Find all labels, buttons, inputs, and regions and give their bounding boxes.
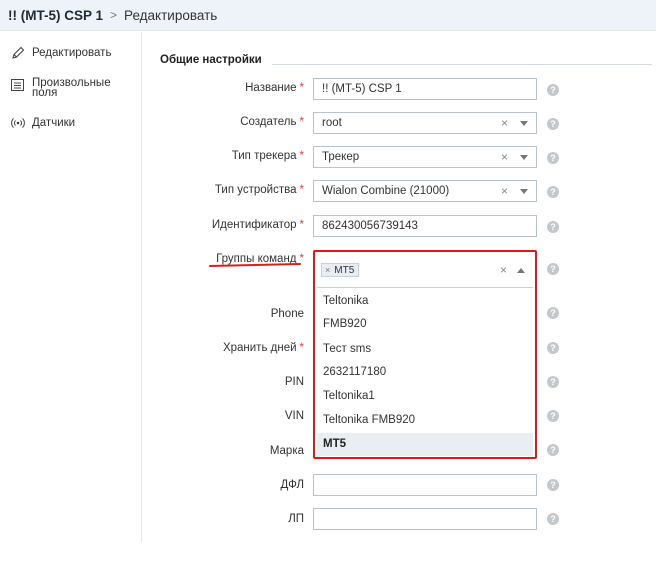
help-icon[interactable]: ?: [547, 118, 559, 130]
tracker-type-label: Тип трекера *: [231, 150, 304, 162]
clear-icon[interactable]: ×: [501, 147, 508, 167]
help-icon[interactable]: ?: [547, 444, 559, 456]
sidebar-item-label: Произвольные поля: [32, 77, 111, 99]
command-groups-multiselect[interactable]: × MT5 ×: [317, 254, 533, 288]
dropdown-option-highlighted[interactable]: MT5: [317, 433, 533, 456]
sidebar-item-edit[interactable]: Редактировать: [10, 46, 111, 60]
help-icon[interactable]: ?: [547, 410, 559, 422]
help-icon[interactable]: ?: [547, 263, 559, 275]
section-title: Общие настройки: [160, 54, 262, 66]
clear-icon[interactable]: ×: [501, 181, 508, 201]
list-icon: [10, 78, 26, 92]
dropdown-option[interactable]: FMB920: [317, 313, 533, 336]
help-icon[interactable]: ?: [547, 513, 559, 525]
name-label: Название *: [245, 82, 304, 94]
tracker-type-value: Трекер: [322, 151, 360, 163]
dropdown-option[interactable]: Teltonika: [317, 290, 533, 313]
device-type-select[interactable]: Wialon Combine (21000) ×: [313, 180, 537, 202]
help-icon[interactable]: ?: [547, 221, 559, 233]
chevron-down-icon[interactable]: [520, 155, 528, 160]
help-icon[interactable]: ?: [547, 186, 559, 198]
help-icon[interactable]: ?: [547, 376, 559, 388]
section-divider: [272, 64, 652, 65]
lp-input[interactable]: [313, 508, 537, 530]
command-groups-dropdown[interactable]: × MT5 × Teltonika FMB920 Тест sms 2632117…: [313, 250, 537, 459]
dropdown-option[interactable]: Тест sms: [317, 338, 533, 361]
creator-value: root: [322, 117, 342, 129]
tag-remove-icon[interactable]: ×: [325, 265, 330, 275]
help-icon[interactable]: ?: [547, 479, 559, 491]
help-icon[interactable]: ?: [547, 84, 559, 96]
breadcrumb-root[interactable]: !! (MT-5) CSP 1: [8, 8, 103, 23]
lp-label: ЛП: [288, 513, 304, 525]
dropdown-option[interactable]: Teltonika1: [317, 385, 533, 408]
device-type-label: Тип устройства *: [214, 184, 304, 196]
identifier-input[interactable]: 862430056739143: [313, 215, 537, 237]
identifier-label: Идентификатор *: [211, 219, 304, 231]
dropdown-option[interactable]: 2632117180: [317, 361, 533, 384]
name-input[interactable]: !! (MT-5) CSP 1: [313, 78, 537, 100]
chevron-down-icon[interactable]: [520, 189, 528, 194]
breadcrumb: !! (MT-5) CSP 1 > Редактировать: [0, 0, 656, 31]
breadcrumb-current: Редактировать: [124, 7, 218, 23]
keep-days-label: Хранить дней *: [222, 342, 304, 354]
pencil-icon: [10, 46, 26, 60]
clear-icon[interactable]: ×: [500, 263, 507, 277]
selected-tag: × MT5: [321, 263, 360, 277]
help-icon[interactable]: ?: [547, 342, 559, 354]
device-type-value: Wialon Combine (21000): [322, 185, 450, 197]
sidebar-item-custom-fields[interactable]: Произвольные поля: [10, 77, 116, 99]
sidebar: Редактировать Произвольные поля Датчики: [0, 32, 142, 542]
tag-label: MT5: [334, 265, 355, 276]
dropdown-option[interactable]: Teltonika FMB920: [317, 409, 533, 432]
help-icon[interactable]: ?: [547, 307, 559, 319]
sensor-icon: [10, 116, 26, 130]
dfl-label: ДФЛ: [280, 479, 304, 491]
chevron-up-icon[interactable]: [517, 268, 525, 273]
sidebar-item-label: Датчики: [32, 117, 76, 129]
breadcrumb-separator: >: [110, 8, 118, 22]
brand-label: Марка: [269, 445, 304, 457]
dfl-input[interactable]: [313, 474, 537, 496]
chevron-down-icon[interactable]: [520, 121, 528, 126]
vin-label: VIN: [284, 410, 304, 422]
help-icon[interactable]: ?: [547, 152, 559, 164]
tracker-type-select[interactable]: Трекер ×: [313, 146, 537, 168]
phone-label: Phone: [270, 308, 304, 320]
sidebar-item-sensors[interactable]: Датчики: [10, 116, 75, 130]
pin-label: PIN: [284, 376, 304, 388]
sidebar-item-label: Редактировать: [32, 47, 112, 59]
clear-icon[interactable]: ×: [501, 113, 508, 133]
creator-label: Создатель *: [240, 116, 304, 128]
creator-select[interactable]: root ×: [313, 112, 537, 134]
